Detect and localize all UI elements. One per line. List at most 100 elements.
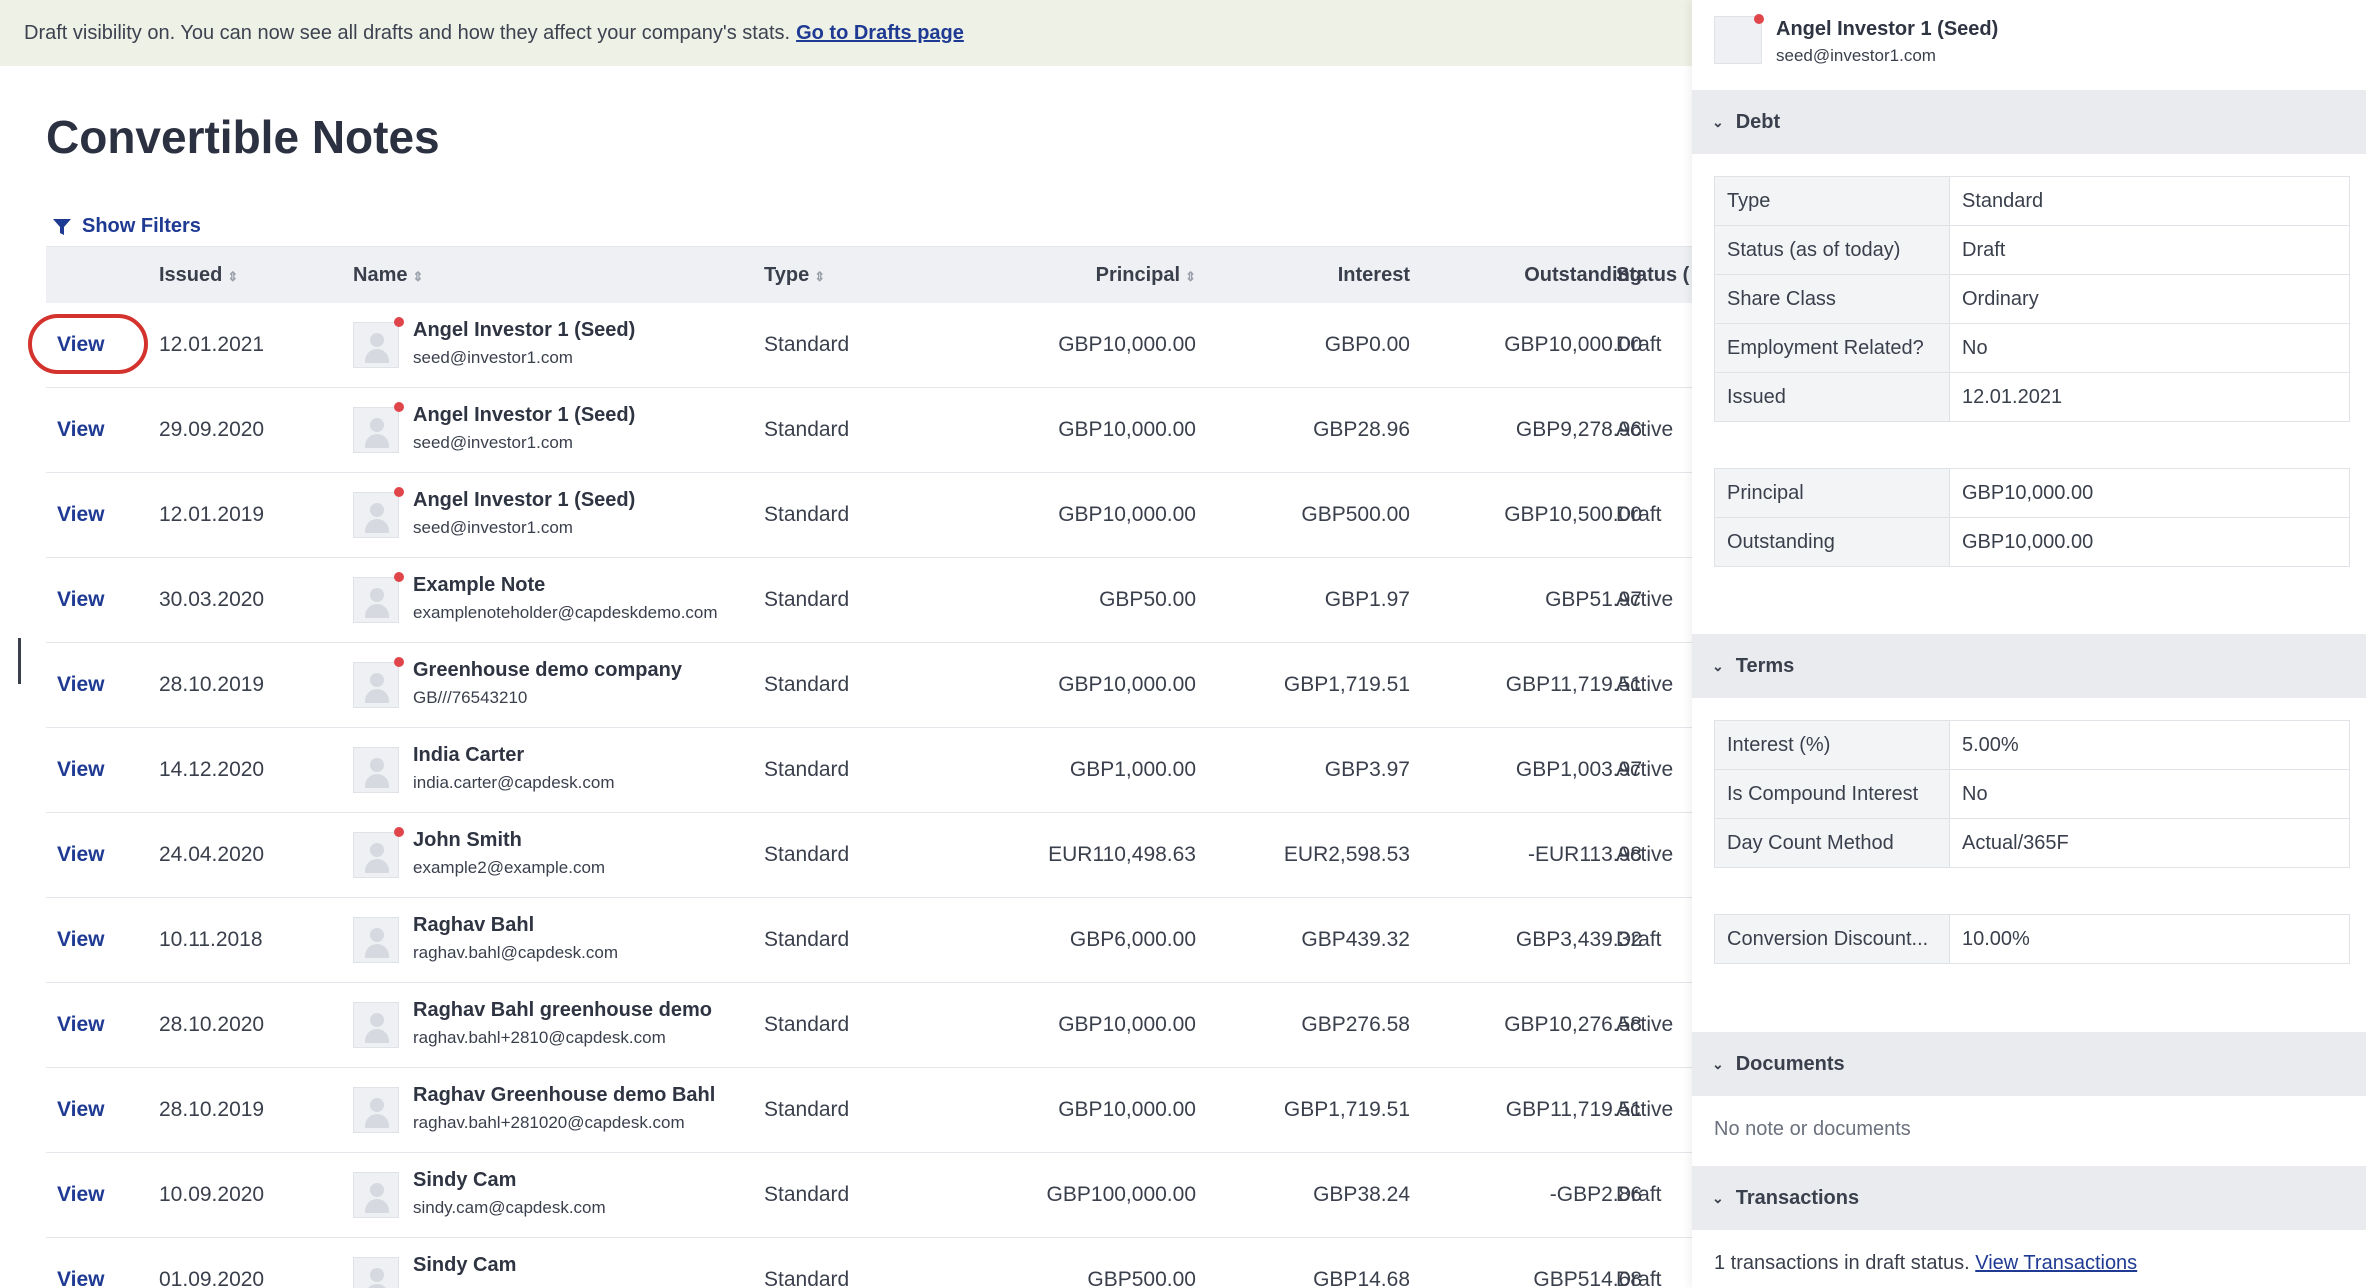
status-cell: Active: [1616, 843, 1674, 866]
section-transactions[interactable]: ⌄ Transactions: [1692, 1166, 2366, 1230]
debt-details-table: Type Standard Status (as of today) Draft Sha…: [1714, 176, 2350, 422]
view-link[interactable]: View: [57, 1098, 104, 1122]
section-documents-label: Documents: [1735, 1052, 1845, 1075]
type-cell: Standard: [764, 928, 850, 951]
status-cell: Active: [1616, 758, 1674, 781]
col-name-label: Name: [353, 263, 408, 286]
detail-key: Employment Related?: [1714, 323, 1950, 373]
show-filters-label: Show Filters: [82, 215, 201, 237]
section-debt[interactable]: ⌄ Debt: [1692, 90, 2366, 154]
holder-cell: John Smith example2@example.com: [413, 829, 605, 878]
col-issued[interactable]: Issued ⇕: [159, 264, 238, 287]
table-row: View 01.09.2020 Sindy Cam Standard GBP500.00…: [46, 1238, 1692, 1288]
detail-key: Status (as of today): [1714, 225, 1950, 275]
avatar: [353, 1087, 399, 1133]
detail-row: Conversion Discount... 10.00%: [1714, 914, 2350, 964]
view-link[interactable]: View: [57, 588, 104, 612]
view-link[interactable]: View: [57, 843, 104, 867]
section-documents[interactable]: ⌄ Documents: [1692, 1032, 2366, 1096]
draft-dot: [394, 657, 404, 667]
table-header: Issued ⇕ Name ⇕ Type ⇕ Principal ⇕ Interest …: [46, 246, 1692, 303]
holder-email: example2@example.com: [413, 858, 606, 877]
draft-dot: [394, 402, 404, 412]
status-cell: Active: [1616, 418, 1674, 441]
convertible-notes-table: Issued ⇕ Name ⇕ Type ⇕ Principal ⇕ Interest …: [28, 246, 1692, 1288]
detail-key: Principal: [1714, 468, 1950, 518]
transactions-note-text: 1 transactions in draft status.: [1714, 1252, 1970, 1274]
col-name[interactable]: Name ⇕: [353, 264, 423, 287]
view-link[interactable]: View: [57, 673, 104, 697]
draft-dot: [1754, 14, 1764, 24]
table-row: View 10.11.2018 Raghav Bahl raghav.bahl@cap…: [46, 898, 1692, 983]
detail-panel: Angel Investor 1 (Seed) seed@investor1.c…: [1692, 0, 2366, 1288]
conversion-details-table: Conversion Discount... 10.00%: [1714, 914, 2350, 964]
holder-cell: Sindy Cam: [413, 1254, 516, 1283]
filter-icon: [53, 218, 71, 235]
holder-name: India Carter: [413, 744, 525, 766]
issued-cell: 24.04.2020: [159, 843, 265, 866]
view-link[interactable]: View: [57, 503, 104, 527]
issued-cell: 12.01.2019: [159, 503, 265, 526]
view-link[interactable]: View: [57, 928, 104, 952]
col-principal[interactable]: Principal ⇕: [1096, 264, 1196, 287]
col-type[interactable]: Type ⇕: [764, 264, 825, 287]
type-cell: Standard: [764, 418, 850, 441]
type-cell: Standard: [764, 843, 850, 866]
view-link[interactable]: View: [57, 418, 104, 442]
go-to-drafts-link[interactable]: Go to Drafts page: [796, 22, 964, 45]
holder-name: Angel Investor 1 (Seed): [1776, 18, 1999, 40]
detail-value: GBP10,000.00: [1949, 468, 2350, 518]
view-link[interactable]: View: [57, 758, 104, 782]
view-link[interactable]: View: [57, 1013, 104, 1037]
principal-cell: GBP10,000.00: [1058, 418, 1196, 441]
view-link[interactable]: View: [57, 333, 104, 357]
view-link[interactable]: View: [57, 1183, 104, 1207]
principal-cell: GBP10,000.00: [1058, 1013, 1196, 1036]
holder-cell: India Carter india.carter@capdesk.com: [413, 744, 615, 793]
section-terms[interactable]: ⌄ Terms: [1692, 634, 2366, 698]
type-cell: Standard: [764, 588, 850, 611]
avatar: [353, 322, 399, 368]
table-row: View 10.09.2020 Sindy Cam sindy.cam@capdesk…: [46, 1153, 1692, 1238]
draft-visibility-banner: Draft visibility on. You can now see all…: [0, 0, 1692, 66]
principal-cell: GBP10,000.00: [1058, 673, 1196, 696]
detail-value: 5.00%: [1949, 720, 2350, 770]
issued-cell: 28.10.2019: [159, 1098, 265, 1121]
detail-value: No: [1949, 769, 2350, 819]
status-cell: Active: [1616, 588, 1674, 611]
detail-key: Outstanding: [1714, 517, 1950, 567]
view-transactions-link[interactable]: View Transactions: [1975, 1252, 2137, 1274]
status-cell: Draft: [1616, 503, 1662, 526]
holder-cell: Angel Investor 1 (Seed) seed@investor1.co…: [413, 319, 635, 368]
draft-dot: [394, 487, 404, 497]
status-cell: Active: [1616, 673, 1674, 696]
detail-key: Interest (%): [1714, 720, 1950, 770]
show-filters-button[interactable]: Show Filters: [52, 215, 201, 238]
status-cell: Active: [1616, 1013, 1674, 1036]
holder-email: sindy.cam@capdesk.com: [413, 1198, 606, 1217]
view-link[interactable]: View: [57, 1268, 104, 1288]
holder-name: Raghav Bahl: [413, 914, 535, 936]
avatar: [353, 407, 399, 453]
chevron-down-icon: ⌄: [1712, 1189, 1724, 1206]
section-transactions-label: Transactions: [1735, 1186, 1860, 1209]
detail-row: Employment Related? No: [1714, 323, 2350, 373]
interest-cell: EUR2,598.53: [1283, 843, 1410, 866]
col-issued-label: Issued: [159, 263, 223, 286]
detail-key: Type: [1714, 176, 1950, 226]
principal-cell: GBP100,000.00: [1046, 1183, 1196, 1206]
detail-row: Day Count Method Actual/365F: [1714, 818, 2350, 868]
type-cell: Standard: [764, 1013, 850, 1036]
col-principal-label: Principal: [1095, 263, 1181, 286]
detail-key: Share Class: [1714, 274, 1950, 324]
holder-cell: Angel Investor 1 (Seed) seed@investor1.co…: [413, 404, 635, 453]
principal-cell: EUR110,498.63: [1048, 843, 1196, 866]
holder-cell: Raghav Bahl greenhouse demo raghav.bahl+2…: [413, 999, 712, 1048]
avatar: [353, 832, 399, 878]
holder-name: Sindy Cam: [413, 1254, 517, 1276]
table-row: View 30.03.2020 Example Note examplenotehol…: [46, 558, 1692, 643]
status-cell: Draft: [1616, 1268, 1662, 1288]
holder-cell: Raghav Bahl raghav.bahl@capdesk.com: [413, 914, 618, 963]
principal-cell: GBP10,000.00: [1058, 503, 1196, 526]
holder-cell: Greenhouse demo company GB///76543210: [413, 659, 682, 708]
